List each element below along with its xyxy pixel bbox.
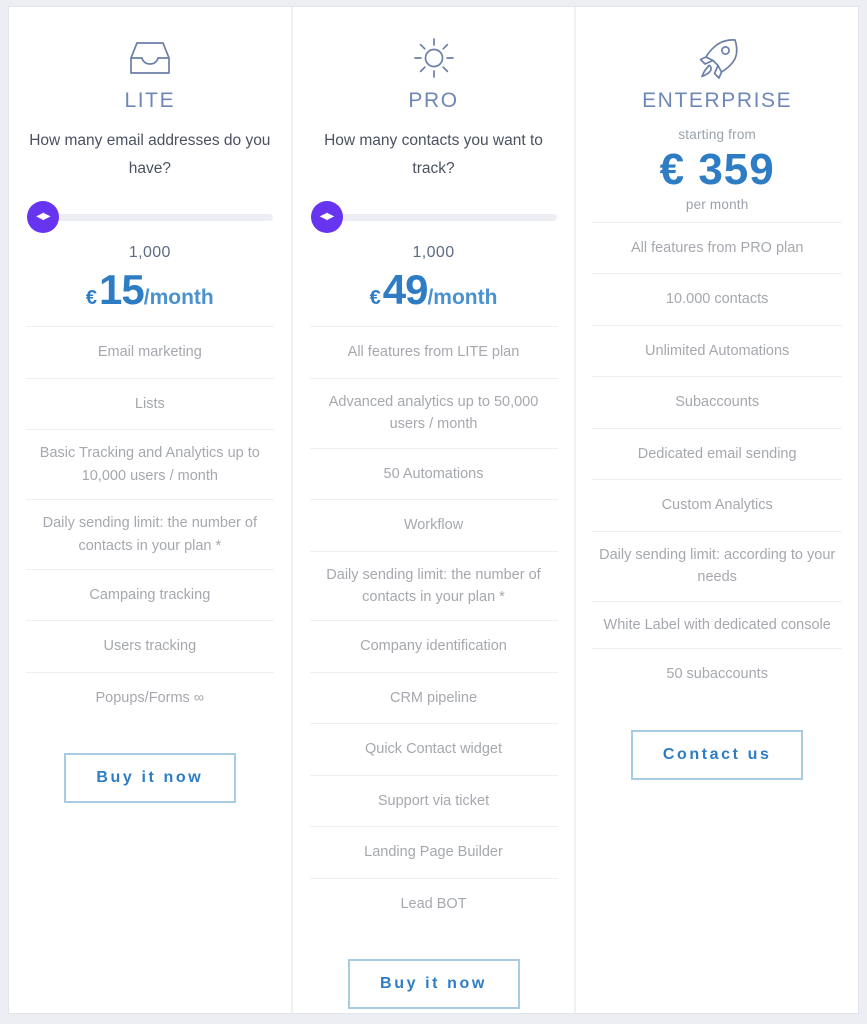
list-item: Custom Analytics [592, 479, 843, 530]
list-item: Quick Contact widget [309, 723, 558, 774]
slider-pro[interactable]: ◀▶ [310, 200, 557, 234]
list-item: 50 Automations [309, 447, 558, 499]
plan-question-lite: How many email addresses do you have? [29, 132, 271, 177]
plan-title-pro: PRO [408, 89, 459, 112]
list-item: Popups/Forms ∞ [25, 671, 274, 723]
plan-title-lite: LITE [124, 89, 176, 112]
plan-column-lite: LITE How many email addresses do you hav… [9, 7, 291, 1013]
list-item: Users tracking [25, 620, 274, 671]
price-currency-pro: € [369, 287, 381, 310]
price-pro: € 49 /month [370, 266, 498, 314]
cta-wrap-pro: Buy it now [305, 929, 563, 1010]
list-item: Company identification [309, 620, 558, 671]
list-item: 50 subaccounts [592, 648, 843, 699]
slider-value-lite: 1,000 [128, 244, 171, 262]
list-item: All features from LITE plan [309, 326, 558, 377]
plan-column-enterprise: ENTERPRISE starting from € 359 per month… [574, 7, 858, 1013]
list-item: Dedicated email sending [592, 427, 843, 479]
list-item: Basic Tracking and Analytics up to 10,00… [25, 429, 274, 499]
list-item: CRM pipeline [309, 671, 558, 723]
list-item: Unlimited Automations [592, 324, 843, 376]
list-item: Campaing tracking [25, 568, 274, 620]
per-month-label: per month [685, 197, 749, 212]
buy-it-now-button-pro[interactable]: Buy it now [347, 959, 520, 1010]
feature-list-enterprise: All features from PRO plan 10.000 contac… [592, 222, 843, 700]
plan-title-enterprise: ENTERPRISE [642, 89, 793, 112]
contact-us-button[interactable]: Contact us [631, 729, 804, 780]
slider-handle-pro[interactable]: ◀▶ [310, 201, 343, 234]
list-item: Workflow [309, 499, 558, 550]
price-amount-pro: 49 [382, 266, 429, 314]
list-item: Lists [25, 377, 274, 429]
slider-track-lite[interactable] [26, 213, 273, 221]
list-item: 10.000 contacts [592, 273, 843, 324]
list-item: Support via ticket [309, 774, 558, 826]
plan-column-pro: PRO How many contacts you want to track?… [290, 7, 575, 1013]
list-item: Landing Page Builder [309, 826, 558, 877]
starting-from-label: starting from [678, 127, 756, 142]
price-amount-lite: 15 [99, 266, 145, 314]
cta-wrap-enterprise: Contact us [588, 700, 846, 780]
slider-lite[interactable]: ◀▶ [26, 200, 273, 234]
price-currency-lite: € [85, 287, 98, 310]
price-enterprise: € 359 [659, 145, 775, 194]
buy-it-now-button-lite[interactable]: Buy it now [63, 753, 236, 804]
pricing-page: LITE How many email addresses do you hav… [0, 0, 867, 1024]
list-item: Lead BOT [309, 877, 558, 929]
feature-list-pro: All features from LITE plan Advanced ana… [309, 326, 558, 929]
cta-wrap-lite: Buy it now [21, 723, 279, 804]
slider-handle-lite[interactable]: ◀▶ [26, 201, 59, 234]
price-period-lite: /month [143, 286, 214, 310]
feature-list-lite: Email marketing Lists Basic Tracking and… [25, 326, 274, 723]
list-item: White Label with dedicated console [592, 600, 843, 648]
list-item: Daily sending limit: according to your n… [592, 530, 843, 601]
rocket-icon [694, 29, 740, 87]
price-period-pro: /month [427, 286, 498, 310]
list-item: Email marketing [25, 326, 274, 377]
price-lite: € 15 /month [86, 266, 214, 314]
list-item: Daily sending limit: the number of conta… [25, 499, 274, 569]
pricing-card: LITE How many email addresses do you hav… [8, 6, 859, 1014]
list-item: Daily sending limit: the number of conta… [309, 550, 558, 621]
list-item: Subaccounts [592, 376, 843, 427]
plan-question-pro: How many contacts you want to track? [324, 132, 543, 177]
list-item: All features from PRO plan [592, 222, 843, 273]
sun-icon [412, 29, 456, 87]
inbox-tray-icon [127, 29, 173, 87]
list-item: Advanced analytics up to 50,000 users / … [309, 377, 558, 448]
slider-value-pro: 1,000 [412, 244, 455, 262]
slider-track-pro[interactable] [310, 213, 557, 221]
